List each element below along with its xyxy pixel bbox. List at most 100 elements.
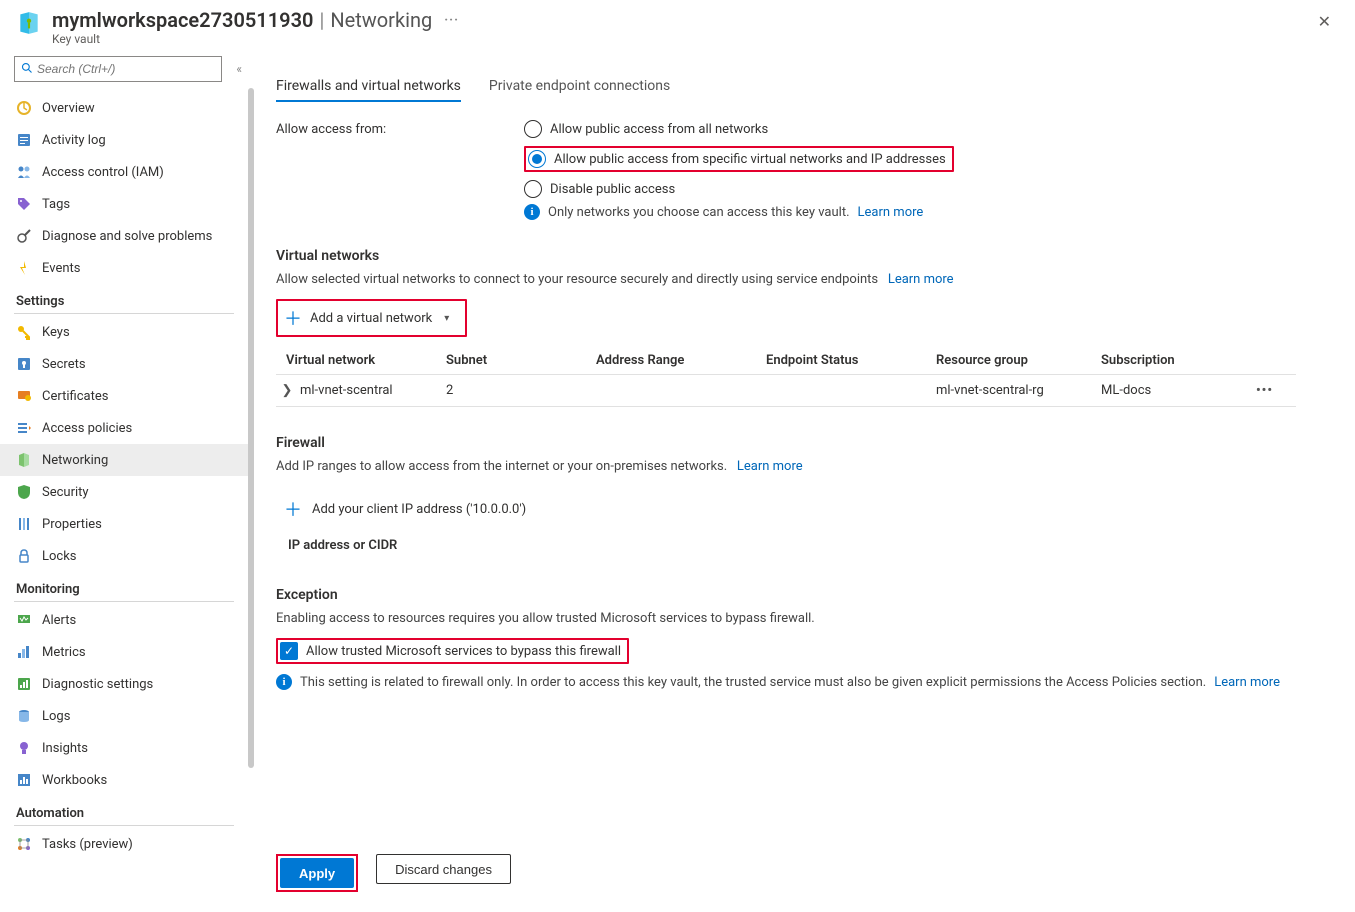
sidebar-item-networking[interactable]: Networking — [0, 444, 248, 476]
sidebar-search[interactable] — [14, 56, 222, 82]
key-vault-icon — [16, 10, 42, 36]
page-title: Networking — [330, 8, 432, 32]
sidebar-item-alerts[interactable]: Alerts — [14, 604, 248, 636]
row-subnet: 2 — [446, 383, 596, 398]
sidebar-item-insights[interactable]: Insights — [14, 732, 248, 764]
sidebar: « Overview Activity log Access control (IA… — [0, 50, 248, 912]
sidebar-section-heading: Settings — [14, 284, 248, 311]
radio-allow-all[interactable]: Allow public access from all networks — [524, 120, 954, 138]
keys-icon — [16, 324, 32, 340]
logs-icon — [16, 708, 32, 724]
discard-button[interactable]: Discard changes — [376, 854, 511, 884]
scrollbar[interactable] — [248, 88, 254, 768]
sidebar-item-overview[interactable]: Overview — [14, 92, 248, 124]
sidebar-item-certificates[interactable]: Certificates — [14, 380, 248, 412]
title-separator: | — [319, 8, 324, 32]
nav-label: Security — [42, 485, 89, 500]
sidebar-item-security[interactable]: Security — [14, 476, 248, 508]
add-client-ip-label: Add your client IP address ('10.0.0.0') — [312, 502, 526, 517]
net-icon — [16, 452, 32, 468]
allow-access-label: Allow access from: — [276, 120, 524, 220]
sidebar-section-heading: Automation — [14, 796, 248, 823]
diagset-icon — [16, 676, 32, 692]
sidebar-item-tags[interactable]: Tags — [14, 188, 248, 220]
title-more-button[interactable]: ··· — [444, 13, 459, 28]
tab-firewalls[interactable]: Firewalls and virtual networks — [276, 78, 461, 102]
radio-disable[interactable]: Disable public access — [524, 180, 954, 198]
sidebar-item-activity-log[interactable]: Activity log — [14, 124, 248, 156]
sidebar-item-secrets[interactable]: Secrets — [14, 348, 248, 380]
nav-label: Secrets — [42, 357, 86, 372]
search-icon — [21, 62, 33, 77]
sidebar-item-keys[interactable]: Keys — [14, 316, 248, 348]
nav-label: Tasks (preview) — [42, 837, 133, 852]
col-sub: Subscription — [1101, 353, 1256, 368]
table-row[interactable]: ❯ ml-vnet-scentral 2 ml-vnet-scentral-rg… — [276, 374, 1296, 407]
radio-allow-specific-label: Allow public access from specific virtua… — [554, 152, 946, 167]
ip-column-header: IP address or CIDR — [276, 532, 1335, 559]
sidebar-item-metrics[interactable]: Metrics — [14, 636, 248, 668]
events-icon — [16, 260, 32, 276]
search-input[interactable] — [37, 62, 215, 76]
sec-icon — [16, 484, 32, 500]
radio-allow-specific[interactable]: Allow public access from specific virtua… — [528, 150, 946, 168]
nav-label: Access control (IAM) — [42, 165, 164, 180]
metrics-icon — [16, 644, 32, 660]
sidebar-item-access-control-iam-[interactable]: Access control (IAM) — [14, 156, 248, 188]
collapse-sidebar-button[interactable]: « — [236, 62, 242, 76]
sidebar-item-tasks-preview-[interactable]: Tasks (preview) — [14, 828, 248, 860]
sidebar-item-properties[interactable]: Properties — [14, 508, 248, 540]
nav-label: Insights — [42, 741, 88, 756]
sidebar-item-events[interactable]: Events — [14, 252, 248, 284]
nav-label: Events — [42, 261, 80, 276]
exception-desc: Enabling access to resources requires yo… — [276, 611, 1335, 626]
nav-label: Alerts — [42, 613, 76, 628]
tab-private-endpoints[interactable]: Private endpoint connections — [489, 78, 670, 102]
nav-label: Diagnose and solve problems — [42, 229, 212, 244]
activity-icon — [16, 132, 32, 148]
nav-label: Metrics — [42, 645, 86, 660]
sidebar-item-logs[interactable]: Logs — [14, 700, 248, 732]
row-more-button[interactable]: ••• — [1256, 383, 1296, 398]
add-vnet-label: Add a virtual network — [310, 311, 432, 326]
overview-icon — [16, 100, 32, 116]
col-subnet: Subnet — [446, 353, 596, 368]
close-button[interactable]: ✕ — [1310, 8, 1339, 35]
iam-icon — [16, 164, 32, 180]
vnets-heading: Virtual networks — [276, 248, 1335, 264]
nav-label: Tags — [42, 197, 70, 212]
sidebar-item-diagnose-and-solve-problems[interactable]: Diagnose and solve problems — [14, 220, 248, 252]
nav-label: Activity log — [42, 133, 106, 148]
col-vnet: Virtual network — [276, 353, 446, 368]
nav-label: Logs — [42, 709, 70, 724]
sidebar-item-diagnostic-settings[interactable]: Diagnostic settings — [14, 668, 248, 700]
add-client-ip-button[interactable]: ＋ Add your client IP address ('10.0.0.0'… — [276, 486, 1335, 532]
diag-icon — [16, 228, 32, 244]
row-vnet: ml-vnet-scentral — [300, 383, 393, 398]
acp-icon — [16, 420, 32, 436]
exception-learn-more-link[interactable]: Learn more — [1214, 675, 1280, 690]
insights-icon — [16, 740, 32, 756]
bypass-firewall-label: Allow trusted Microsoft services to bypa… — [306, 644, 621, 659]
firewall-learn-more-link[interactable]: Learn more — [737, 459, 803, 474]
vnets-learn-more-link[interactable]: Learn more — [888, 272, 954, 287]
add-virtual-network-button[interactable]: ＋ Add a virtual network ▾ — [280, 303, 459, 333]
nav-label: Locks — [42, 549, 77, 564]
sidebar-item-workbooks[interactable]: Workbooks — [14, 764, 248, 796]
resource-title: mymlworkspace2730511930 — [52, 8, 313, 32]
sidebar-item-access-policies[interactable]: Access policies — [14, 412, 248, 444]
exception-info-text: This setting is related to firewall only… — [300, 675, 1206, 690]
access-learn-more-link[interactable]: Learn more — [858, 205, 924, 220]
nav-label: Networking — [42, 453, 108, 468]
sidebar-item-locks[interactable]: Locks — [14, 540, 248, 572]
sidebar-section-heading: Monitoring — [14, 572, 248, 599]
nav-label: Keys — [42, 325, 70, 340]
apply-button[interactable]: Apply — [280, 858, 354, 888]
bypass-firewall-checkbox[interactable]: ✓ Allow trusted Microsoft services to by… — [280, 642, 621, 660]
radio-disable-label: Disable public access — [550, 182, 675, 197]
chevron-right-icon[interactable]: ❯ — [280, 383, 294, 398]
alerts-icon — [16, 612, 32, 628]
col-rg: Resource group — [936, 353, 1101, 368]
vnets-desc: Allow selected virtual networks to conne… — [276, 272, 878, 287]
radio-allow-all-label: Allow public access from all networks — [550, 122, 768, 137]
